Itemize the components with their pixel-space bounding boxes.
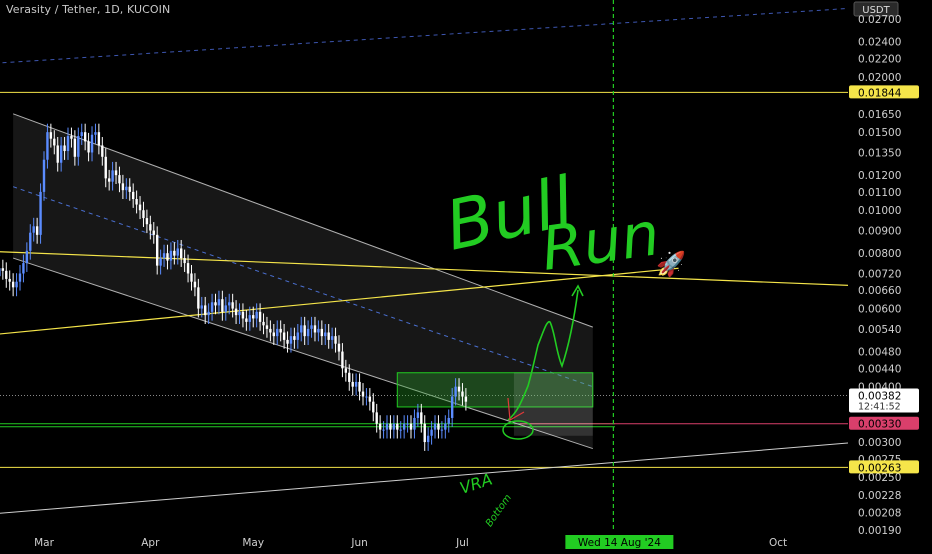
candle [18,265,22,291]
rocket-icon: 🚀 [656,250,686,278]
candle [39,183,42,244]
price-tick-label: 0.00190 [858,525,901,537]
svg-text:0.00263: 0.00263 [858,462,901,474]
candle [406,415,409,433]
svg-text:0.00330: 0.00330 [858,419,901,431]
candle [15,273,18,297]
price-tick-label: 0.01200 [858,170,901,182]
svg-text:12:41:52: 12:41:52 [858,402,901,413]
candle [8,270,11,291]
candle [11,273,15,297]
support-level-badge: 0.00330 [849,416,919,431]
time-tick-oct: Oct [769,537,787,549]
price-tick-label: 0.00660 [858,285,901,297]
candle [420,403,423,433]
candle [5,262,8,288]
price-tick-label: 0.01650 [858,109,901,121]
candle [430,421,433,445]
price-tick-label: 0.02200 [858,53,901,65]
lower-trendline-line [0,438,899,514]
price-tick-label: 0.00208 [858,508,901,520]
candle [423,415,426,451]
time-tick-may: May [242,537,264,549]
price-tick-label: 0.01100 [858,187,901,199]
price-tick-label: 0.00540 [858,324,901,336]
price-tick-label: 0.00800 [858,248,901,260]
candle [0,268,1,277]
bottom-annotation: Bottom [484,493,514,530]
price-tick-label: 0.00480 [858,347,901,359]
price-tick-label: 0.00228 [858,490,901,502]
price-tick-label: 0.01350 [858,147,901,159]
projection-box [513,372,593,436]
candle [372,393,375,422]
price-chart[interactable]: BullRun🚀VRABottom USDT0.027000.024000.02… [0,0,932,550]
vra-annotation: VRA [457,470,494,498]
candle [389,415,392,439]
time-tick-jul: Jul [455,537,469,549]
svg-text:Wed 14 Aug '24: Wed 14 Aug '24 [578,537,661,549]
price-tick-label: 0.02700 [858,14,901,26]
level-bottom-badge: 0.00263 [849,460,919,474]
candle [351,373,354,396]
candle [402,415,406,439]
candle [433,415,437,439]
time-tick-mar: Mar [34,537,54,549]
candle [385,415,389,439]
price-tick-label: 0.00600 [858,304,901,316]
chart-window[interactable]: Verasity / Tether, 1D, KUCOIN Bull Run 🚀 VR… [0,0,932,550]
candle [392,415,396,439]
level-top-badge: 0.01844 [849,85,919,99]
svg-text:0.01844: 0.01844 [858,87,902,99]
price-tick-label: 0.01000 [858,205,901,217]
chart-title: Verasity / Tether, 1D, KUCOIN [6,3,171,16]
candle [396,415,399,439]
current-price-badge: 0.0038212:41:52 [849,388,919,413]
price-tick-label: 0.02400 [858,37,901,49]
price-tick-label: 0.00900 [858,226,901,238]
candle [447,409,450,433]
candle [365,388,368,406]
price-tick-label: 0.02000 [858,72,901,84]
price-tick-label: 0.01500 [858,127,901,139]
candle [1,259,5,280]
price-tick-label: 0.00440 [858,363,901,375]
candle [413,409,416,439]
time-tick-jun: Jun [350,537,367,549]
candle [409,415,413,439]
time-tick-apr: Apr [141,537,160,549]
candle [444,415,447,439]
candle [375,403,378,433]
candle [437,415,440,439]
candle [426,427,430,451]
price-tick-label: 0.00300 [858,437,901,449]
time-cursor-badge: Wed 14 Aug '24 [565,535,674,549]
candle [94,123,97,144]
candle [378,415,382,439]
candle [354,373,358,396]
candle [361,383,365,406]
candle [358,373,361,401]
candle [368,388,372,411]
price-tick-label: 0.00720 [858,268,901,280]
